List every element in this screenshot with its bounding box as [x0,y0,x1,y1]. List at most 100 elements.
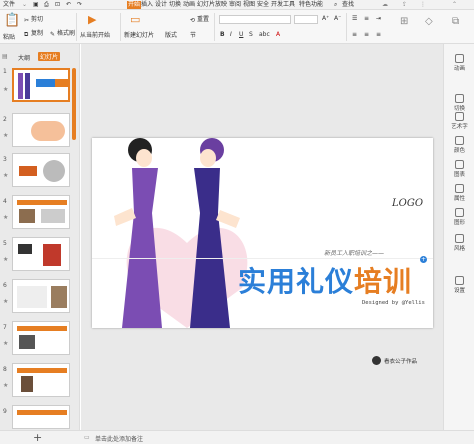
format-painter-button[interactable]: ✎ 格式刷 [50,30,75,38]
menu-file[interactable]: 文件 [3,1,15,9]
paste-button[interactable]: 粘贴 [3,34,15,42]
layout-button[interactable]: 版式 [165,32,177,40]
indent-icon[interactable]: ⇥ [376,15,381,23]
cut-button[interactable]: ✂ 剪切 [24,16,43,24]
play-icon[interactable]: ▶ [88,14,96,25]
scissors-icon: ✂ [24,17,30,24]
collapse-ribbon-icon[interactable]: ⌃ [452,1,457,9]
align-left-icon[interactable]: ≡ [352,31,357,39]
preview-icon[interactable]: ⊡ [55,1,60,9]
more-icon[interactable]: ⋮ [420,1,426,9]
italic-icon[interactable]: I [230,31,232,39]
text-box-icon[interactable]: ⊞ [400,17,408,27]
style-button[interactable]: 风格 [444,234,474,252]
section-button[interactable]: 节 [190,32,196,40]
share-icon[interactable]: ⇪ [402,1,407,9]
shape-panel-button[interactable]: 图形 [444,208,474,226]
author-credit[interactable]: 看衣公子作品 [384,357,417,365]
wordart-button[interactable]: 艺术字 [444,112,474,130]
slide-thumb-1[interactable] [12,68,70,102]
copy-button[interactable]: ⧉ 复制 [24,30,43,38]
chart-button[interactable]: 图表 [444,160,474,178]
style-icon [455,234,464,243]
menu-slideshow[interactable]: 幻灯片放映 [197,1,227,9]
logo-text[interactable]: LOGO [392,198,423,209]
properties-button[interactable]: 属性 [444,184,474,202]
current-slide[interactable]: LOGO 新员工入职培训之—— 实用礼仪培训 + Designed by @Ye… [92,138,433,365]
arrange-icon[interactable]: ⧉ [452,17,459,27]
slide-thumb-4[interactable] [12,195,70,229]
underline-icon[interactable]: U [239,31,243,39]
bold-icon[interactable]: B [220,31,225,39]
shrink-font-icon[interactable]: A⁻ [334,15,341,23]
designer-credit[interactable]: Designed by @Yellis [362,300,425,306]
font-color-icon[interactable]: A [276,31,280,39]
font-size-select[interactable] [294,15,318,24]
menu-design[interactable]: 设计 [155,1,167,9]
notes-placeholder[interactable]: 单击此处添加备注 [95,434,143,443]
menu-home[interactable]: 开始 [127,1,142,9]
shape-icon[interactable]: ◇ [425,17,433,27]
reset-button[interactable]: ⟲ 重置 [190,16,209,24]
numbering-icon[interactable]: ≡ [364,15,369,23]
rightbar-label: 属性 [453,196,465,202]
tab-slides[interactable]: 幻灯片 [38,52,61,61]
align-center-icon[interactable]: ≡ [364,31,369,39]
menu-view[interactable]: 视图 [243,1,255,9]
gear-icon [455,276,464,285]
thumb-figure [18,73,23,99]
save-icon[interactable]: ▣ [33,1,39,9]
slide-thumb-8[interactable] [12,363,70,397]
panel-toggle-icon[interactable]: ▤ [2,53,8,60]
menu-transition[interactable]: 切换 [169,1,181,9]
menu-features[interactable]: 特色功能 [299,1,323,9]
slide-title[interactable]: 实用礼仪培训 [238,260,412,300]
slide-thumb-5[interactable] [12,237,70,271]
slide-editor-canvas: LOGO 新员工入职培训之—— 实用礼仪培训 + Designed by @Ye… [81,44,443,430]
animation-button[interactable]: 动画 [444,54,474,72]
search-icon[interactable]: ⌕ [334,1,337,9]
tab-outline[interactable]: 大纲 [18,53,30,62]
menu-review[interactable]: 审阅 [229,1,241,9]
status-bar: + ▭ 单击此处添加备注 [0,430,474,444]
menu-animation[interactable]: 动画 [183,1,195,9]
menu-bar: 文件 ⌄ ▣ ⎙ ⊡ ↶ ↷ 开始 插入 设计 切换 动画 幻灯片放映 审阅 视… [0,0,474,10]
transition-button[interactable]: 切换 [444,94,474,112]
new-slide-icon[interactable]: ▭ [130,14,140,25]
undo-icon[interactable]: ↶ [66,1,71,9]
thumb-number: 9 [3,408,7,415]
new-slide-button[interactable]: 新建幻灯片 [124,32,154,40]
color-button[interactable]: 颜色 [444,136,474,154]
slide-thumb-2[interactable] [12,113,70,147]
strikethrough-icon[interactable]: abc [259,31,270,39]
redo-icon[interactable]: ↷ [77,1,82,9]
rightbar-label: 艺术字 [451,124,468,130]
paste-icon[interactable]: 📋 [4,14,20,27]
menu-developer[interactable]: 开发工具 [271,1,295,9]
print-icon[interactable]: ⎙ [44,1,49,9]
thumb-graphic [17,326,67,331]
grow-font-icon[interactable]: A⁺ [322,15,329,23]
search-label[interactable]: 查找 [342,1,354,9]
ribbon-toolbar: 📋 粘贴 ✂ 剪切 ⧉ 复制 ✎ 格式刷 ▶ 从当前开始 ▭ 新建幻灯片 版式 ⟲ 重置… [0,10,474,44]
bullets-icon[interactable]: ☰ [352,15,357,23]
from-current-button[interactable]: 从当前开始 [80,32,110,40]
slide-thumb-3[interactable] [12,153,70,187]
menu-security[interactable]: 安全 [257,1,269,9]
shadow-icon[interactable]: S [249,31,253,39]
menu-insert[interactable]: 插入 [141,1,153,9]
cloud-icon[interactable]: ☁ [382,1,388,9]
chevron-down-icon[interactable]: ⌄ [22,1,27,9]
add-icon[interactable]: + [420,256,427,263]
rightbar-label: 图表 [453,172,465,178]
slide-subtitle[interactable]: 新员工入职培训之—— [324,248,384,257]
slide-thumb-7[interactable] [12,321,70,355]
scrollbar[interactable] [72,68,76,140]
settings-button[interactable]: 设置 [444,276,474,294]
add-slide-icon[interactable]: + [33,431,42,444]
animation-icon [455,54,464,63]
slide-thumb-9[interactable] [12,405,70,429]
slide-thumb-6[interactable] [12,279,70,313]
align-right-icon[interactable]: ≡ [376,31,381,39]
font-family-select[interactable] [219,15,291,24]
